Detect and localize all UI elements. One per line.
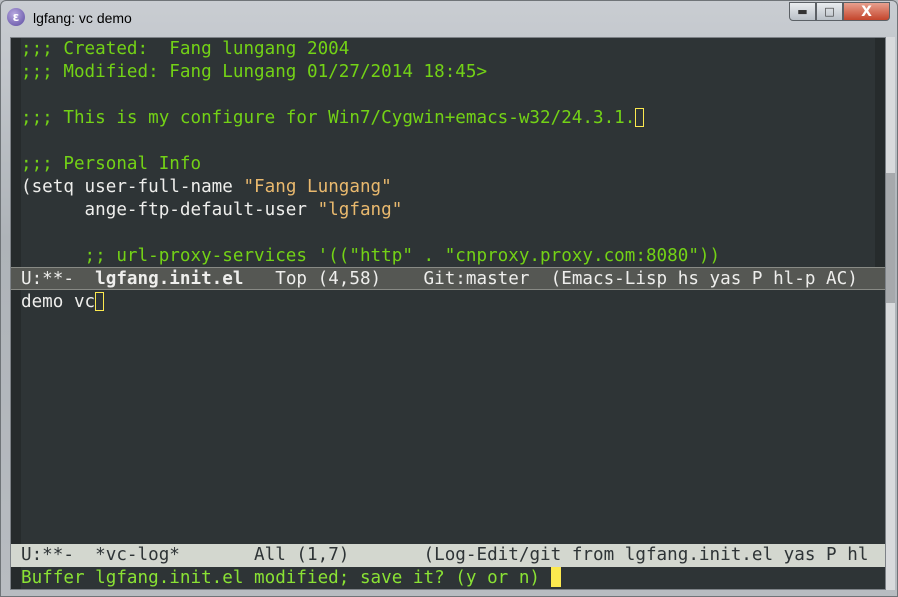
- code-line: ;;; Personal Info: [21, 153, 201, 176]
- emacs-frame: ;;; Created: Fang lungang 2004 ;;; Modifi…: [10, 37, 886, 590]
- title-bar[interactable]: ε lgfang: vc demo ▬ □ X: [1, 1, 897, 35]
- text-cursor: [635, 108, 645, 127]
- vc-log-editor[interactable]: demo vc: [21, 291, 105, 314]
- code-line: ;; url-proxy-services '(("http" . "cnpro…: [21, 245, 721, 268]
- minimize-icon: ▬: [797, 5, 808, 18]
- string-text: "lgfang": [317, 200, 403, 220]
- comment-text: ;;; Personal Info: [21, 154, 202, 174]
- code-line: ange-ftp-default-user "lgfang": [21, 199, 403, 222]
- emacs-window: ε lgfang: vc demo ▬ □ X ;;; Created: Fan…: [0, 0, 898, 597]
- buffer-status: U:**-: [21, 269, 96, 289]
- maximize-button[interactable]: □: [816, 2, 843, 21]
- mode-line-active[interactable]: U:**- lgfang.init.el Top (4,58) Git:mast…: [11, 267, 885, 290]
- comment-text: ;; url-proxy-services '(("http" . "cnpro…: [21, 246, 721, 266]
- default-text: ange-ftp-default-user: [21, 200, 318, 220]
- vertical-scrollbar[interactable]: [886, 37, 895, 590]
- vc-log-text: demo vc: [21, 292, 96, 312]
- emacs-icon: ε: [7, 8, 25, 26]
- scrollbar-thumb[interactable]: [886, 173, 895, 303]
- buffer-name: *vc-log*: [95, 545, 180, 565]
- save-prompt: Buffer lgfang.init.el modified; save it?…: [21, 568, 551, 588]
- mode-info: All (1,7) (Log-Edit/git from lgfang.init…: [179, 545, 869, 565]
- default-text: (setq user-full-name: [21, 177, 244, 197]
- echo-area[interactable]: Buffer lgfang.init.el modified; save it?…: [21, 567, 561, 590]
- code-line: (setq user-full-name "Fang Lungang": [21, 176, 392, 199]
- code-line: ;;; This is my configure for Win7/Cygwin…: [21, 107, 645, 130]
- maximize-icon: □: [824, 5, 835, 18]
- close-icon: X: [861, 3, 872, 20]
- minibuffer-cursor: [550, 567, 561, 587]
- comment-text: ;;; Created: Fang lungang 2004: [21, 39, 350, 59]
- buffer-status: U:**-: [21, 545, 96, 565]
- minimize-button[interactable]: ▬: [789, 2, 816, 21]
- code-line: ;;; Created: Fang lungang 2004: [21, 38, 349, 61]
- comment-text: ;;; Modified: Fang Lungang 01/27/2014 18…: [21, 62, 488, 82]
- code-line: ;;; Modified: Fang Lungang 01/27/2014 18…: [21, 61, 487, 84]
- text-cursor: [95, 292, 105, 311]
- string-text: "Fang Lungang": [243, 177, 392, 197]
- mode-line-inactive[interactable]: U:**- *vc-log* All (1,7) (Log-Edit/git f…: [11, 544, 885, 567]
- right-fringe: [875, 38, 885, 268]
- window-title: lgfang: vc demo: [33, 10, 132, 26]
- buffer-name: lgfang.init.el: [95, 269, 244, 289]
- close-button[interactable]: X: [843, 2, 890, 21]
- mode-info: Top (4,58) Git:master (Emacs-Lisp hs yas…: [243, 269, 858, 289]
- left-fringe: [11, 38, 21, 589]
- comment-text: ;;; This is my configure for Win7/Cygwin…: [21, 108, 636, 128]
